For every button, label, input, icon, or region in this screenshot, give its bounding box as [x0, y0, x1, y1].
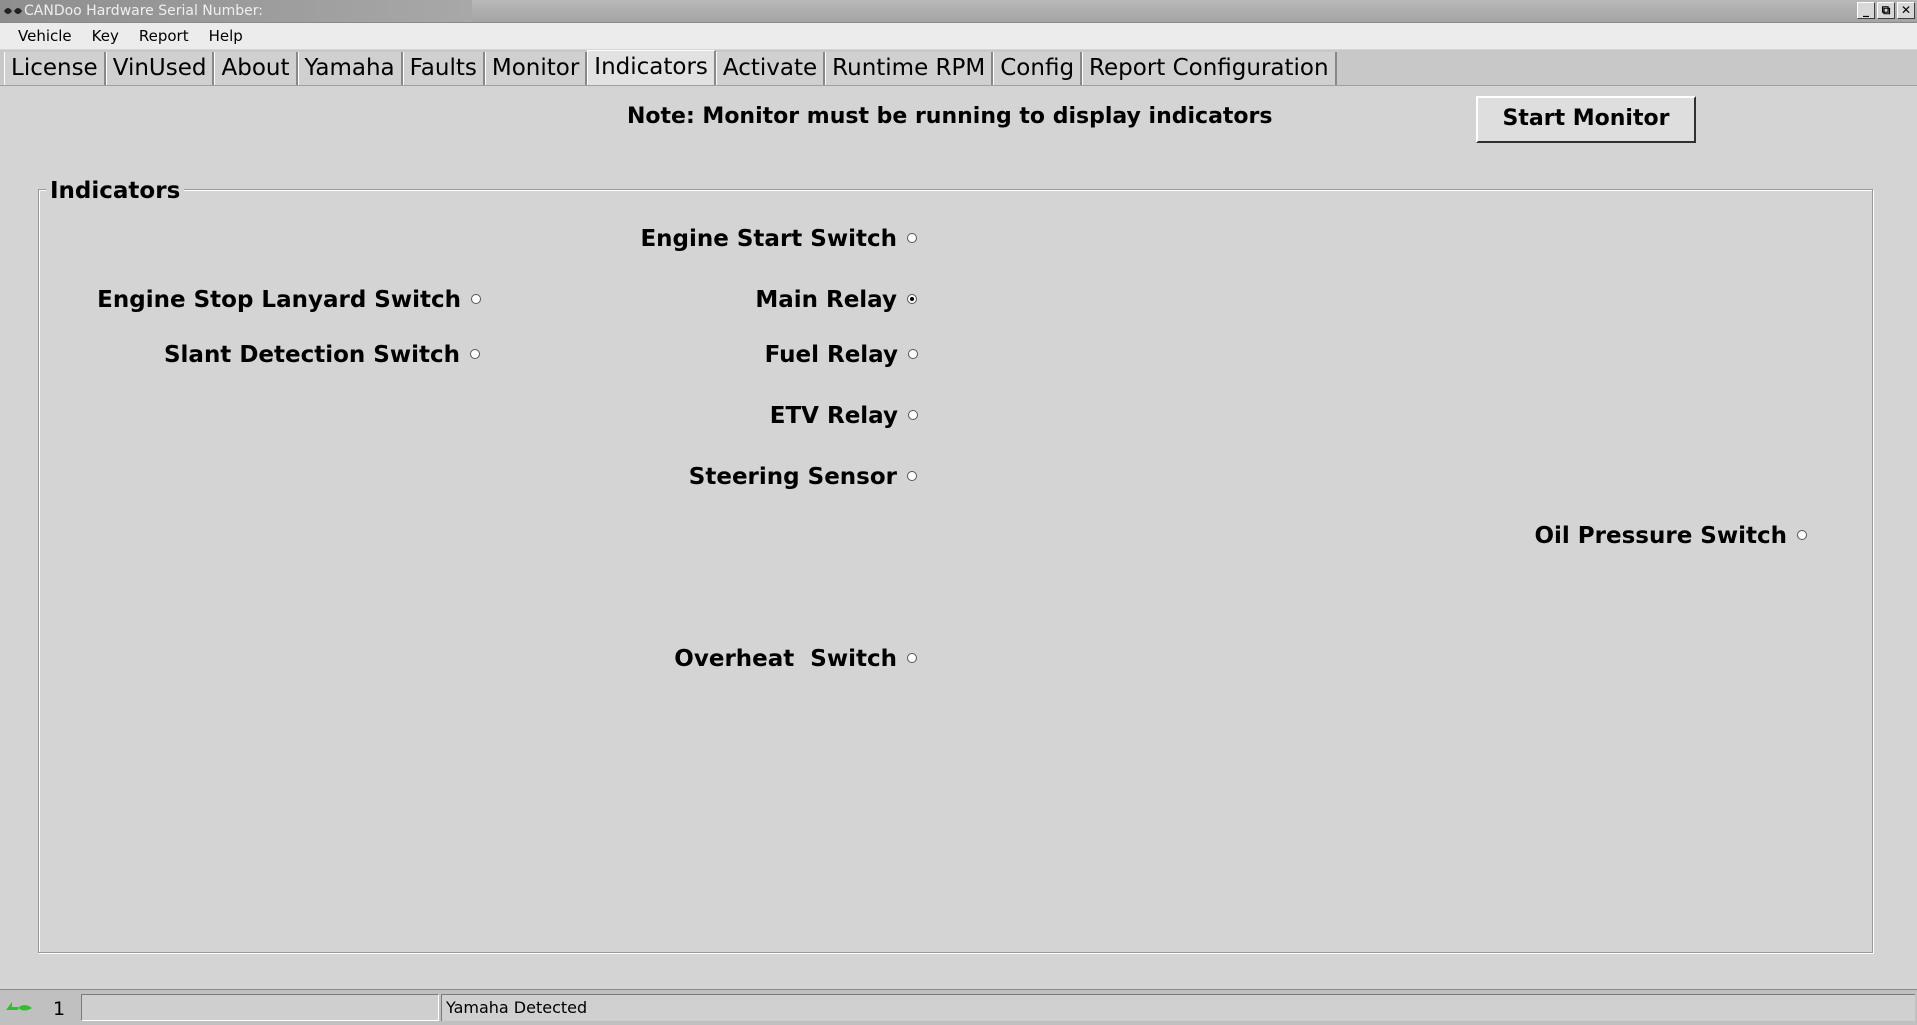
tab-runtime-rpm[interactable]: Runtime RPM [825, 52, 994, 85]
restore-button[interactable]: ⧉ [1877, 2, 1895, 19]
tab-license[interactable]: License [4, 52, 106, 85]
app-icon [4, 8, 22, 14]
tab-strip: License VinUsed About Yamaha Faults Moni… [0, 50, 1917, 86]
monitor-note: Note: Monitor must be running to display… [627, 104, 1273, 129]
status-bar: 1 Yamaha Detected [0, 989, 1917, 1025]
connection-status-icon [6, 1002, 32, 1011]
indicator-main-relay: Main Relay [600, 286, 917, 314]
tab-about[interactable]: About [214, 52, 298, 85]
minimize-button[interactable]: _ [1857, 2, 1875, 19]
indicator-slant-detection-switch: Slant Detection Switch [100, 341, 480, 369]
indicator-light [907, 294, 917, 304]
indicator-light [907, 233, 917, 243]
indicator-label: Oil Pressure Switch [1534, 523, 1787, 549]
start-monitor-button[interactable]: Start Monitor [1476, 96, 1696, 143]
indicator-etv-relay: ETV Relay [600, 402, 918, 430]
menu-key[interactable]: Key [82, 27, 129, 45]
tab-config[interactable]: Config [993, 52, 1083, 85]
tab-faults[interactable]: Faults [402, 52, 485, 85]
menu-help[interactable]: Help [199, 27, 253, 45]
indicator-label: Steering Sensor [688, 464, 897, 490]
menu-vehicle[interactable]: Vehicle [8, 27, 82, 45]
indicator-light [907, 471, 917, 481]
tab-report-configuration[interactable]: Report Configuration [1082, 52, 1337, 85]
indicator-light [908, 410, 918, 420]
title-bar: CANDoo Hardware Serial Number: _ ⧉ ✕ [0, 0, 1917, 23]
tab-yamaha[interactable]: Yamaha [297, 52, 403, 85]
indicator-label: Fuel Relay [764, 342, 898, 368]
status-message: Yamaha Detected [441, 994, 1915, 1021]
status-number: 1 [53, 998, 66, 1020]
window-title: CANDoo Hardware Serial Number: [24, 3, 264, 19]
indicator-label: ETV Relay [769, 403, 898, 429]
indicator-fuel-relay: Fuel Relay [600, 341, 918, 369]
tab-activate[interactable]: Activate [715, 52, 826, 85]
menu-report[interactable]: Report [129, 27, 199, 45]
indicator-light [907, 653, 917, 663]
indicator-label: Main Relay [755, 287, 897, 313]
close-button[interactable]: ✕ [1897, 2, 1915, 19]
indicator-light [908, 349, 918, 359]
indicator-oil-pressure-switch: Oil Pressure Switch [1500, 522, 1807, 550]
indicator-label: Engine Stop Lanyard Switch [97, 287, 461, 313]
menu-bar: Vehicle Key Report Help [0, 23, 1917, 49]
indicators-group-title: Indicators [46, 178, 185, 204]
tab-vinused[interactable]: VinUsed [105, 52, 215, 85]
indicator-light [471, 294, 481, 304]
tab-indicators[interactable]: Indicators [587, 50, 716, 85]
tab-monitor[interactable]: Monitor [484, 52, 588, 85]
indicator-steering-sensor: Steering Sensor [600, 463, 917, 491]
indicator-light [1797, 530, 1807, 540]
indicator-engine-stop-lanyard-switch: Engine Stop Lanyard Switch [97, 286, 481, 314]
indicator-engine-start-switch: Engine Start Switch [600, 225, 917, 253]
indicator-label: Overheat Switch [674, 646, 897, 672]
indicator-label: Engine Start Switch [640, 226, 897, 252]
status-progress-field [81, 994, 439, 1021]
indicator-overheat-switch: Overheat Switch [600, 645, 917, 673]
indicator-label: Slant Detection Switch [163, 342, 460, 368]
indicator-light [470, 349, 480, 359]
